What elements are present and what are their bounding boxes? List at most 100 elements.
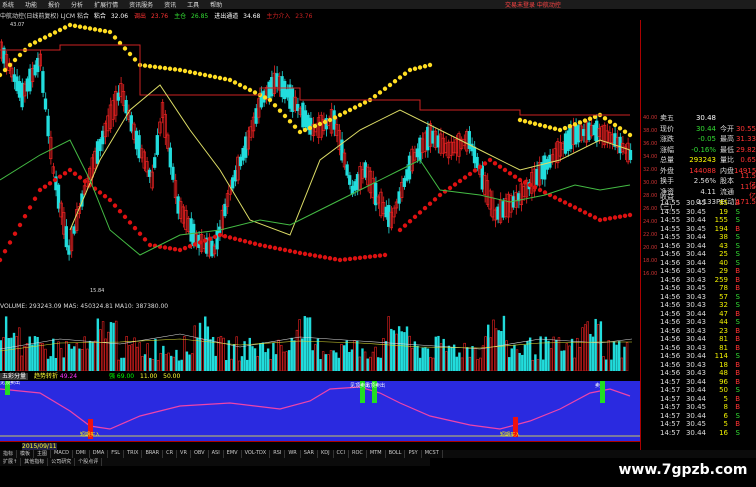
- candle-body: [20, 82, 24, 108]
- axis-tick-label: 18.00: [643, 258, 658, 264]
- candle-body: [415, 148, 419, 158]
- tab-MCST[interactable]: MCST: [422, 450, 443, 458]
- volume-bar: [473, 347, 477, 371]
- tab-ROC[interactable]: ROC: [349, 450, 367, 458]
- volume-bar: [361, 348, 364, 371]
- tab-DMI[interactable]: DMI: [73, 450, 90, 458]
- volume-bar: [544, 336, 548, 371]
- volume-bar: [67, 344, 71, 371]
- trade-q: 8: [723, 403, 728, 412]
- candle-body: [215, 230, 219, 250]
- signal-dot-red: [602, 216, 608, 222]
- menu-item[interactable]: 工具: [185, 0, 199, 9]
- tab-MTM[interactable]: MTM: [367, 450, 386, 458]
- candle-body: [363, 162, 367, 178]
- volume-chart[interactable]: [0, 309, 640, 371]
- tab-CCI[interactable]: CCI: [334, 450, 350, 458]
- tab-BRAR[interactable]: BRAR: [142, 450, 164, 458]
- tab-指标[interactable]: 指标: [0, 450, 18, 458]
- info-value-number: 23.76: [149, 13, 169, 20]
- volume-bar: [426, 348, 430, 371]
- volume-bar: [607, 340, 610, 371]
- tab-MACD[interactable]: MACD: [51, 450, 74, 458]
- volume-bar: [12, 332, 16, 371]
- volume-bar: [332, 350, 335, 371]
- signal-dot-red: [557, 197, 563, 203]
- volume-bar: [201, 339, 204, 371]
- signal-dot-red: [427, 201, 433, 206]
- axis-tick-label: 32.00: [643, 167, 658, 173]
- tab-EMV[interactable]: EMV: [224, 450, 242, 458]
- signal-dot-red: [57, 174, 63, 179]
- volume-bar: [143, 354, 147, 371]
- volume-bar: [387, 316, 390, 371]
- signal-dot-yellow: [197, 71, 203, 77]
- volume-bar: [164, 354, 168, 371]
- candle-body: [480, 165, 484, 190]
- signal-dot-yellow: [272, 103, 278, 108]
- menu-item[interactable]: 报价: [46, 0, 60, 9]
- menu-item[interactable]: 分析: [69, 0, 83, 9]
- signal-dot-yellow: [412, 66, 418, 71]
- menu-item[interactable]: 系统: [0, 0, 14, 9]
- candle-body: [137, 135, 141, 159]
- tab-VOL-TDX[interactable]: VOL-TDX: [242, 450, 271, 458]
- tab-SAR[interactable]: SAR: [301, 450, 318, 458]
- signal-dot-yellow: [127, 51, 133, 57]
- candle-body: [407, 155, 412, 180]
- tab-其他指标[interactable]: 其他指标: [21, 458, 49, 466]
- tab-个股点评[interactable]: 个股点评: [75, 458, 103, 466]
- signal-dot-yellow: [407, 67, 413, 73]
- volume-bar: [570, 338, 574, 371]
- signal-label: 短期买入: [80, 431, 100, 438]
- signal-dot-red: [572, 205, 578, 210]
- trade-p: 30.44: [685, 428, 706, 437]
- trade-row: 14:56 30.43 48 B: [660, 369, 756, 378]
- tab-RSI[interactable]: RSI: [270, 450, 286, 458]
- tab-扩展↑[interactable]: 扩展↑: [0, 458, 22, 466]
- tab-ASI[interactable]: ASI: [209, 450, 224, 458]
- signal-dot-yellow: [157, 65, 163, 70]
- info-value-label: 粘合: [93, 13, 106, 20]
- info-value: 调出 23.76: [134, 13, 171, 20]
- main-price-chart[interactable]: [0, 20, 640, 300]
- menu-item[interactable]: 扩展行情: [92, 0, 118, 9]
- signal-dot-red: [337, 257, 343, 263]
- trade-list: 14:55 30.45 85 B 14:55 30.45 19 S 14:55 30.44 155 S…: [660, 199, 756, 437]
- trade-q: 81: [719, 343, 728, 352]
- menu-item[interactable]: 帮助: [208, 0, 222, 9]
- tab-OBV[interactable]: OBV: [191, 450, 209, 458]
- volume-bar: [219, 336, 223, 371]
- candle-body: [176, 196, 180, 214]
- signal-dot-yellow: [317, 121, 323, 127]
- tab-CR[interactable]: CR: [163, 450, 178, 458]
- volume-bar: [345, 340, 348, 371]
- signal-dot-red: [67, 167, 73, 173]
- tab-主图[interactable]: 主图: [34, 450, 52, 458]
- tab-模板[interactable]: 模板: [17, 450, 35, 458]
- candle-body: [426, 126, 430, 151]
- volume-bar: [135, 346, 139, 371]
- volume-bar: [348, 351, 351, 371]
- tab-WR[interactable]: WR: [285, 450, 301, 458]
- indicator-info-line: 中航动控(日线前复权) LJCM 粘合 粘合 32.06 调出 23.76 主仓 2…: [0, 11, 321, 20]
- indicator-panel[interactable]: 见顶卖出 见顶卖出见顶卖出短期买入 短期买入卖: [0, 381, 640, 441]
- candle-body: [171, 166, 175, 180]
- tab-KDJ[interactable]: KDJ: [318, 450, 334, 458]
- volume-bar: [513, 344, 516, 371]
- menu-item[interactable]: 资讯服务: [127, 0, 153, 9]
- menu-item[interactable]: 资讯: [162, 0, 176, 9]
- candle-body: [43, 98, 48, 110]
- tab-TRIX[interactable]: TRIX: [124, 450, 143, 458]
- tab-VR[interactable]: VR: [177, 450, 191, 458]
- trade-q: 48: [719, 369, 728, 378]
- signal-dot-red: [457, 178, 463, 184]
- tab-DMA[interactable]: DMA: [90, 450, 109, 458]
- tab-FSL[interactable]: FSL: [108, 450, 125, 458]
- tab-PSY[interactable]: PSY: [405, 450, 422, 458]
- volume-bar: [112, 322, 115, 371]
- volume-bar: [306, 317, 309, 371]
- menu-item[interactable]: 功能: [23, 0, 37, 9]
- tab-BOLL[interactable]: BOLL: [386, 450, 406, 458]
- tab-公司研究[interactable]: 公司研究: [48, 458, 76, 466]
